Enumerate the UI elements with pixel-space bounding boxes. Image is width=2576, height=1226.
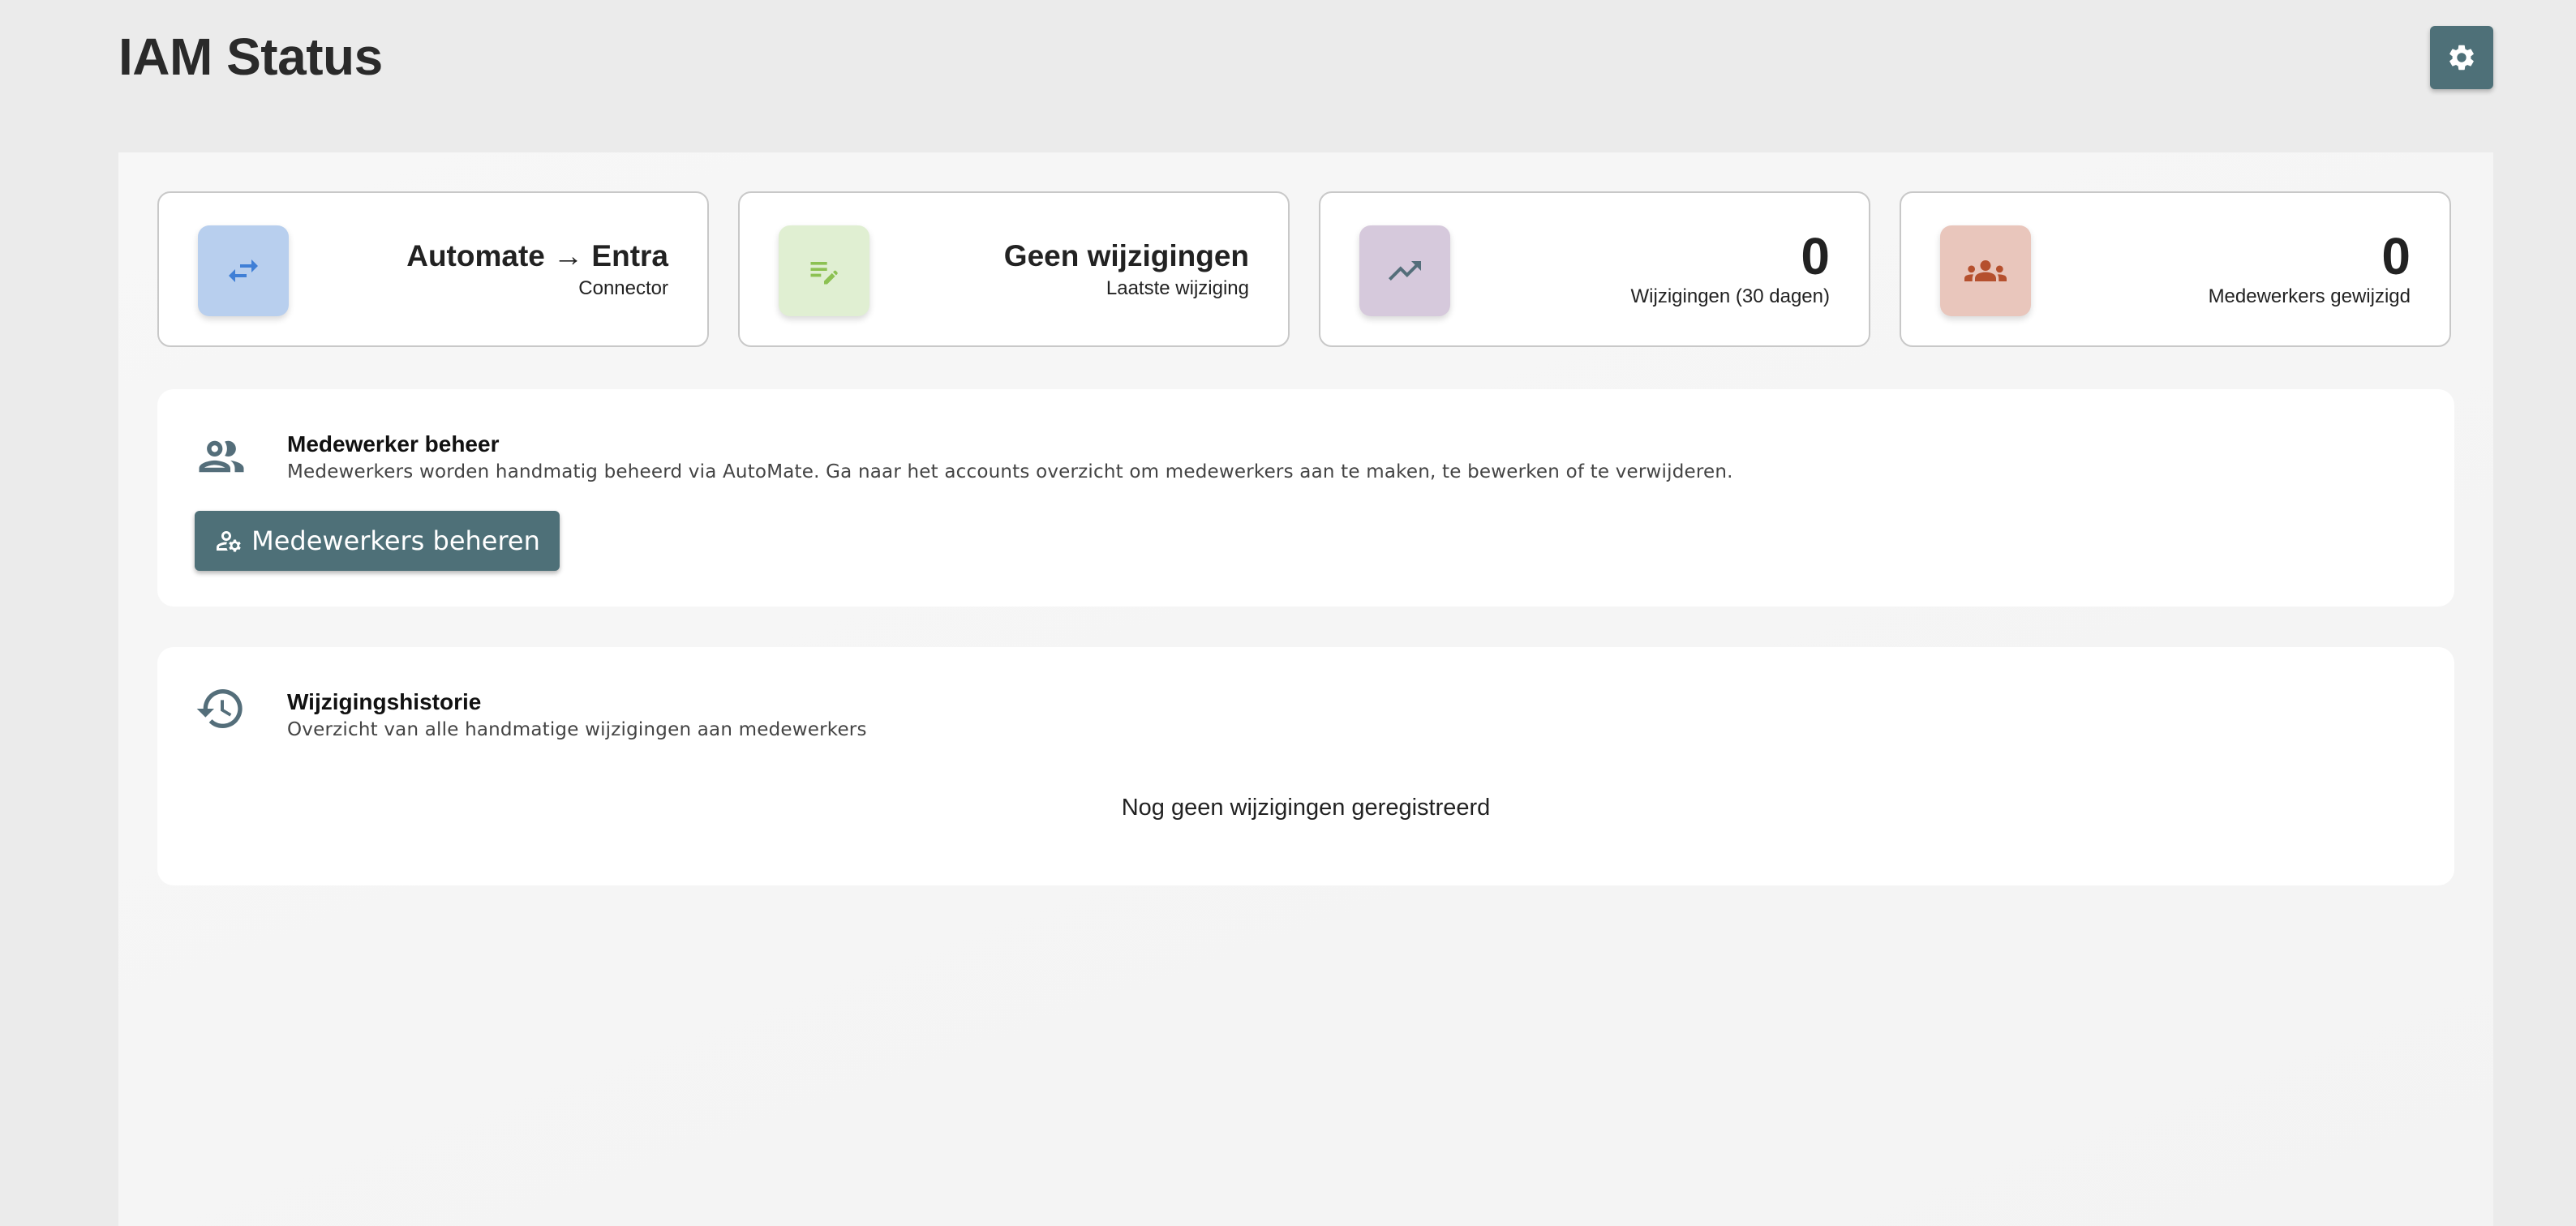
history-section: Wijzigingshistorie Overzicht van alle ha… — [157, 647, 2454, 885]
arrows-swap-icon — [198, 225, 289, 316]
stat-card-employees-changed: 0 Medewerkers gewijzigd — [1900, 191, 2451, 347]
people-icon — [195, 430, 248, 483]
empty-state-text: Nog geen wijzigingen geregistreerd — [1121, 795, 1491, 821]
main-panel: Automate → Entra Connector Geen wijzigin… — [118, 152, 2493, 1226]
manage-employees-button[interactable]: Medewerkers beheren — [195, 511, 560, 571]
stat-subtitle: Connector — [578, 277, 668, 299]
manage-accounts-icon — [214, 526, 243, 555]
gear-icon — [2446, 42, 2477, 73]
stat-title: Geen wijzigingen — [1003, 239, 1249, 272]
stat-value: 0 — [2381, 227, 2411, 285]
trending-up-icon — [1359, 225, 1450, 316]
stat-value: 0 — [1801, 227, 1830, 285]
section-description: Medewerkers worden handmatig beheerd via… — [287, 461, 1733, 482]
employee-management-section: Medewerker beheer Medewerkers worden han… — [157, 389, 2454, 607]
manage-employees-label: Medewerkers beheren — [251, 525, 540, 556]
stat-subtitle: Wijzigingen (30 dagen) — [1630, 285, 1830, 307]
section-title: Wijzigingshistorie — [287, 689, 482, 714]
page-title: IAM Status — [118, 28, 383, 86]
section-description: Overzicht van alle handmatige wijziginge… — [287, 719, 867, 740]
history-icon — [195, 683, 247, 735]
settings-button[interactable] — [2430, 26, 2493, 89]
section-title: Medewerker beheer — [287, 431, 500, 457]
stat-card-changes-30-days: 0 Wijzigingen (30 dagen) — [1319, 191, 1870, 347]
stat-subtitle: Laatste wijziging — [1106, 277, 1249, 299]
stat-card-connector: Automate → Entra Connector — [157, 191, 709, 347]
stat-title: Automate → Entra — [406, 239, 668, 272]
edit-note-icon — [779, 225, 869, 316]
stat-subtitle: Medewerkers gewijzigd — [2208, 285, 2411, 307]
stat-card-last-change: Geen wijzigingen Laatste wijziging — [738, 191, 1290, 347]
groups-icon — [1940, 225, 2031, 316]
